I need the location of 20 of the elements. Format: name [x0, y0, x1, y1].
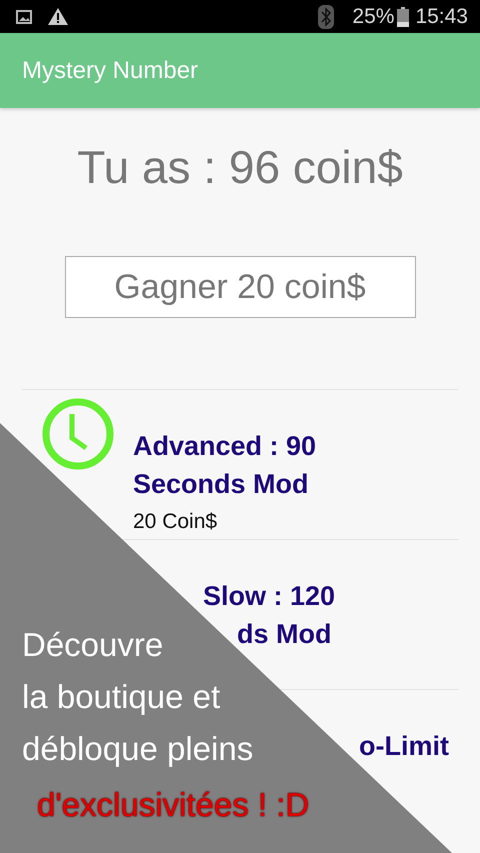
item-title-line: Advanced : 90 — [133, 430, 316, 463]
item-title-line: o-Limit — [359, 730, 449, 763]
item-title-line: Slow : 120 — [203, 580, 336, 613]
coin-balance: Tu as : 96 coin$ — [76, 140, 404, 195]
clock-icon — [42, 398, 114, 470]
image-icon — [16, 10, 32, 24]
battery-icon — [397, 6, 410, 26]
promo-text-line: Découvre — [22, 625, 164, 665]
earn-coins-button[interactable]: Gagner 20 coin$ — [64, 256, 416, 318]
warning-icon — [48, 8, 68, 25]
app-title: Mystery Number — [22, 56, 198, 84]
bluetooth-icon — [318, 4, 334, 28]
item-price: 20 Coin$ — [133, 509, 218, 535]
promo-text-line: la boutique et — [22, 677, 220, 717]
item-title-line: Seconds Mod — [133, 468, 310, 501]
promo-text-line: débloque pleins — [22, 729, 254, 769]
item-title-line: ds Mod — [237, 618, 332, 651]
battery-percent: 25% — [352, 4, 394, 28]
promo-highlight: d'exclusivitées ! :D — [37, 785, 310, 825]
clock-time: 15:43 — [415, 4, 468, 28]
